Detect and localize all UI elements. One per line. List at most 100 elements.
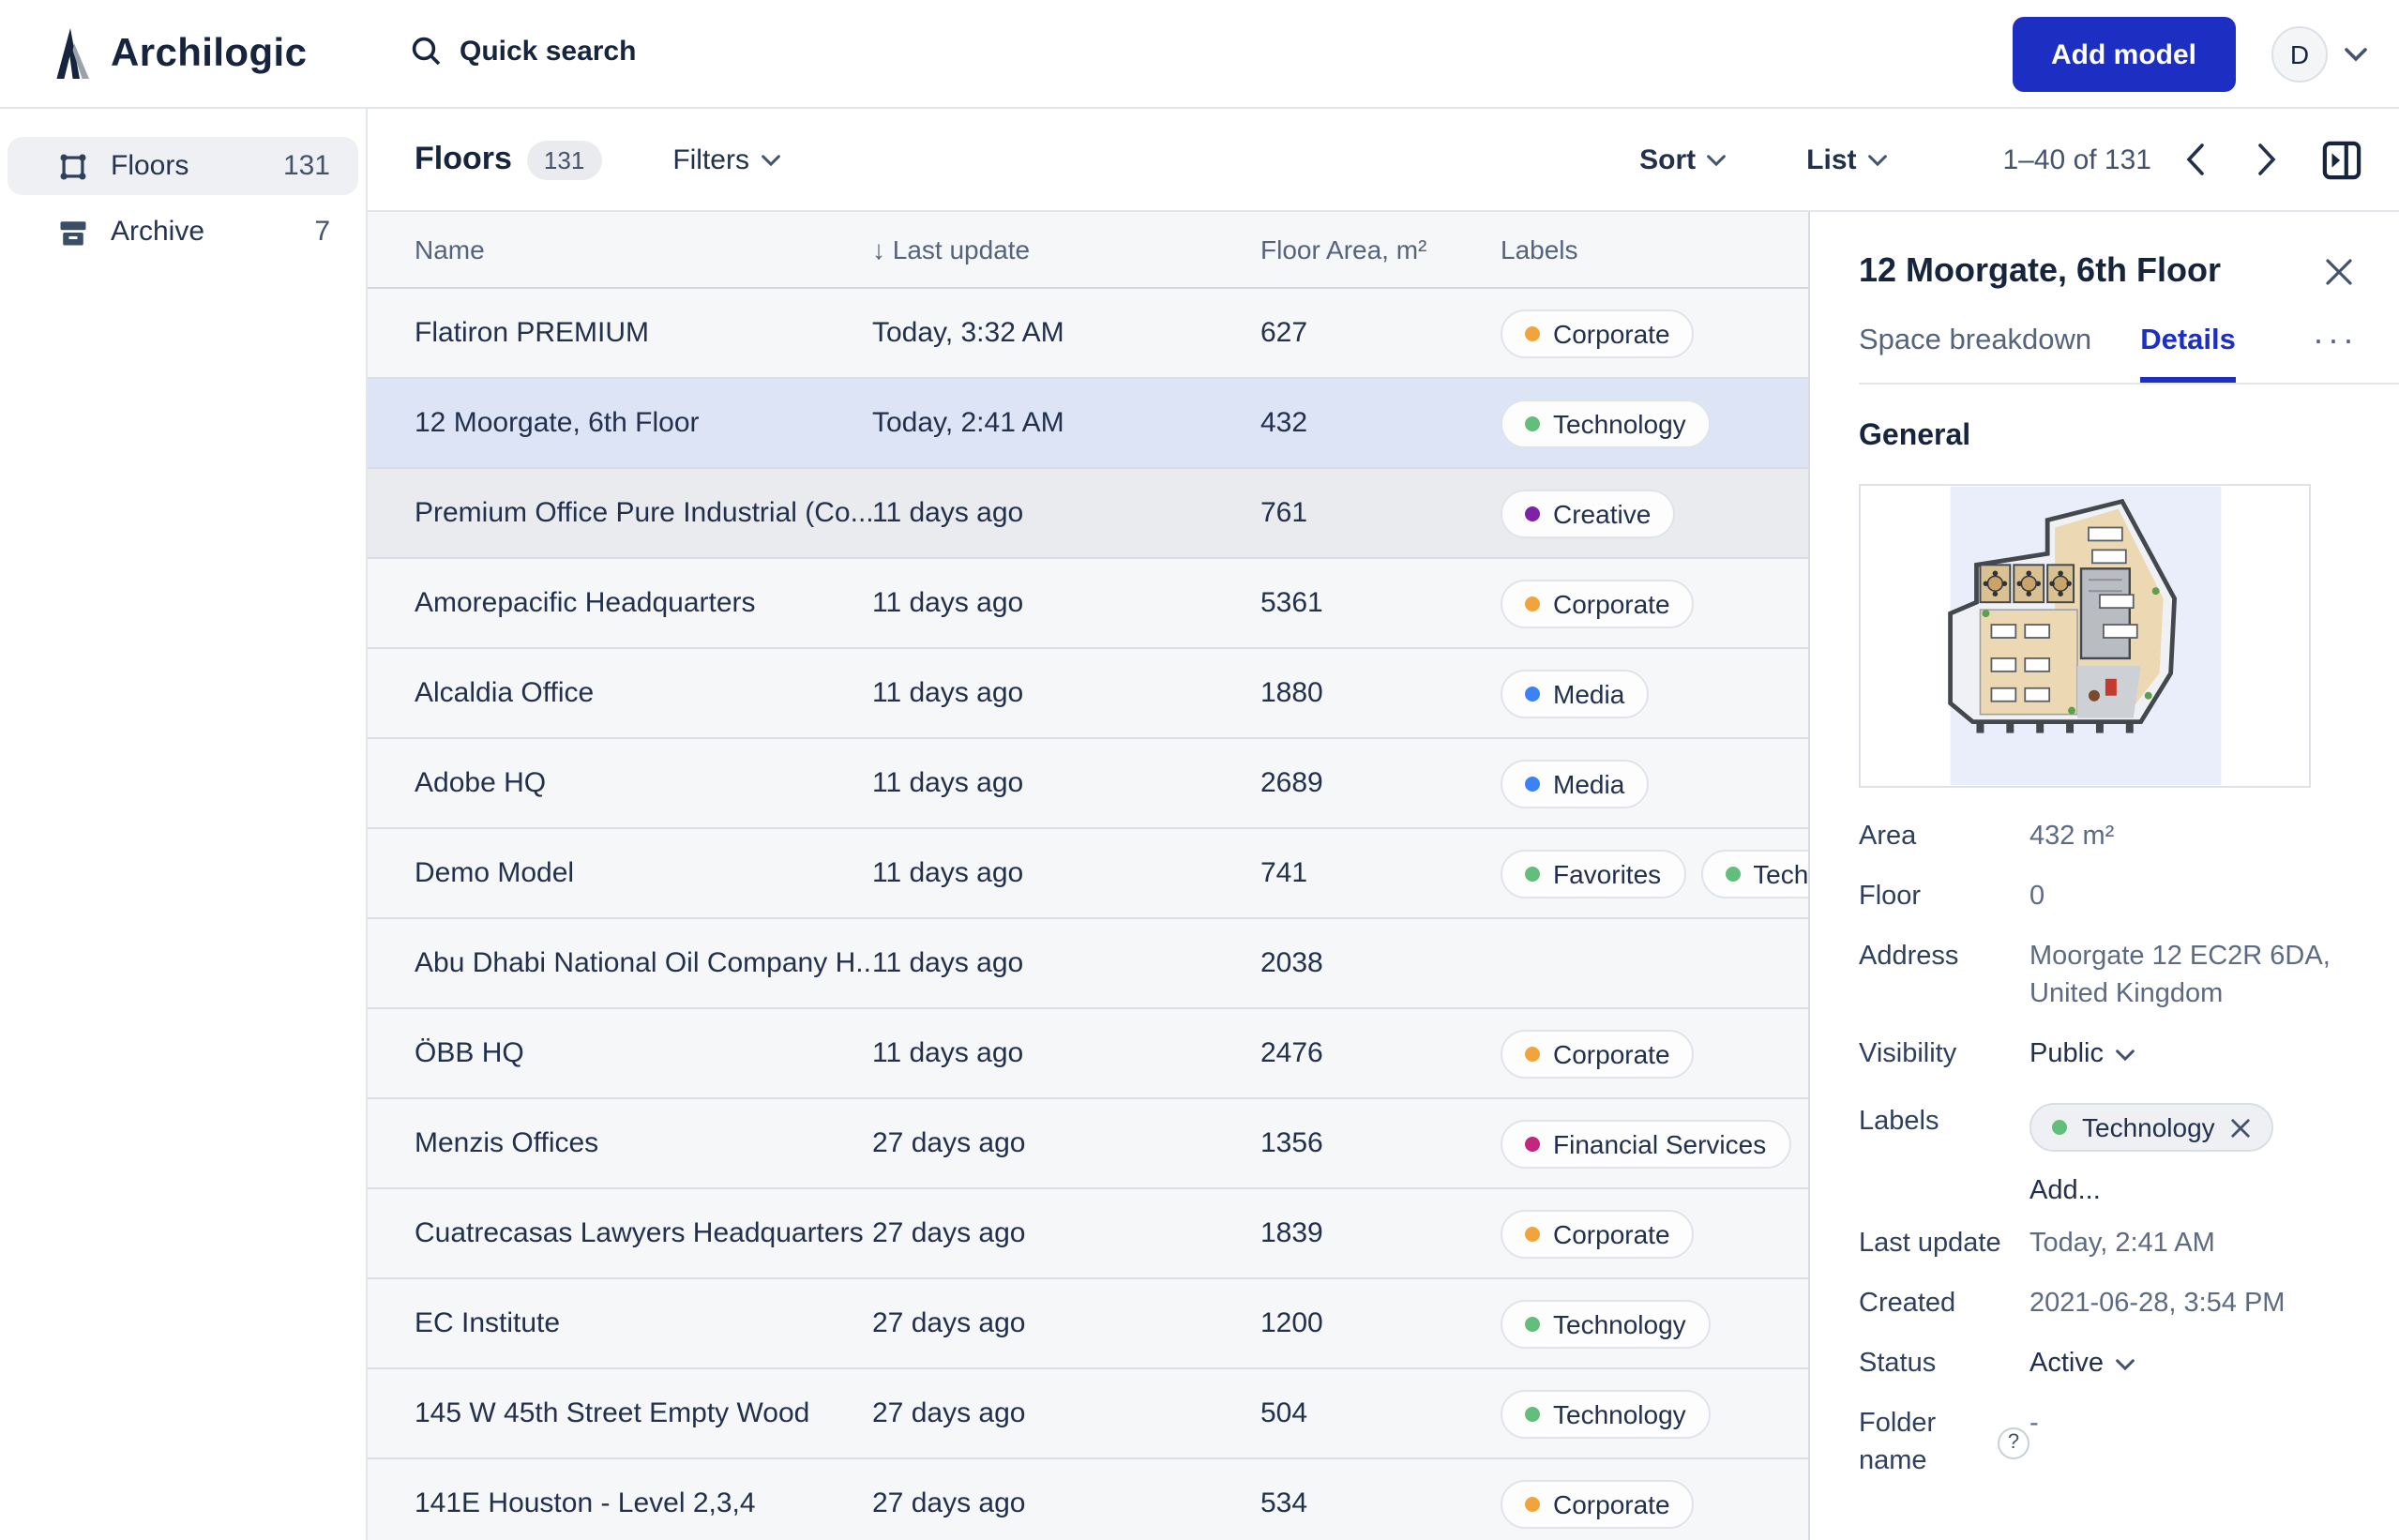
more-options-icon[interactable]: ··· bbox=[2313, 321, 2358, 383]
help-icon[interactable]: ? bbox=[1998, 1427, 2029, 1458]
label-chip: Media bbox=[1501, 669, 1649, 717]
table-row[interactable]: EC Institute 27 days ago 1200 Technology bbox=[368, 1279, 1808, 1369]
panel-tabs: Space breakdown Details ··· bbox=[1859, 321, 2399, 385]
field-last-update-value: Today, 2:41 AM bbox=[2029, 1225, 2354, 1262]
table-row[interactable]: Premium Office Pure Industrial (Co... 11… bbox=[368, 469, 1808, 559]
label-chip: Technology bbox=[1501, 1389, 1711, 1438]
table-row[interactable]: Flatiron PREMIUM Today, 3:32 AM 627 Corp… bbox=[368, 289, 1808, 379]
label-chip: Technology bbox=[1501, 1299, 1711, 1348]
remove-label-icon[interactable] bbox=[2230, 1117, 2251, 1138]
label-chip: Technology bbox=[1700, 849, 1808, 898]
sidebar-item-floors[interactable]: Floors 131 bbox=[8, 137, 358, 195]
label-dot bbox=[1525, 325, 1540, 340]
label-dot bbox=[1525, 1046, 1540, 1061]
label-dot bbox=[1525, 415, 1540, 430]
screen: Archilogic Quick search Add model D bbox=[0, 0, 2399, 1540]
field-address-label: Address bbox=[1859, 938, 2029, 975]
floors-table: Name ↓ Last update Floor Area, m² Labels… bbox=[368, 212, 1808, 1540]
section-general: General bbox=[1859, 420, 2354, 454]
label-dot bbox=[1525, 596, 1540, 611]
list-toolbar: Floors 131 Filters Sort List 1–40 of 131 bbox=[368, 109, 2399, 210]
table-row[interactable]: Adobe HQ 11 days ago 2689 Media bbox=[368, 739, 1808, 829]
floors-icon bbox=[56, 149, 90, 183]
table-row[interactable]: Alcaldia Office 11 days ago 1880 Media bbox=[368, 649, 1808, 739]
label-chip: Corporate bbox=[1501, 309, 1695, 357]
chevron-down-icon bbox=[2115, 1357, 2134, 1370]
table-row[interactable]: Demo Model 11 days ago 741 FavoritesTech… bbox=[368, 829, 1808, 919]
table-row[interactable]: 12 Moorgate, 6th Floor Today, 2:41 AM 43… bbox=[368, 379, 1808, 469]
label-dot bbox=[1525, 1226, 1540, 1241]
close-icon[interactable] bbox=[2324, 256, 2354, 286]
label-dot bbox=[1525, 1496, 1540, 1511]
avatar[interactable]: D bbox=[2271, 26, 2328, 83]
sort-dropdown[interactable]: Sort bbox=[1639, 143, 1726, 175]
field-folder-value: - bbox=[2029, 1405, 2354, 1442]
label-dot bbox=[1525, 1136, 1540, 1151]
label-chip: Corporate bbox=[1501, 1209, 1695, 1258]
filters-dropdown[interactable]: Filters bbox=[672, 143, 779, 175]
add-model-button[interactable]: Add model bbox=[2012, 17, 2236, 92]
label-chip: Corporate bbox=[1501, 579, 1695, 627]
label-dot bbox=[1725, 866, 1740, 881]
logo-icon bbox=[51, 26, 98, 81]
column-labels[interactable]: Labels bbox=[1501, 234, 1808, 264]
logo[interactable]: Archilogic bbox=[51, 26, 307, 81]
panel-title: 12 Moorgate, 6th Floor bbox=[1859, 251, 2221, 291]
view-dropdown[interactable]: List bbox=[1806, 143, 1886, 175]
table-row[interactable]: Cuatrecasas Lawyers Headquarters 27 days… bbox=[368, 1189, 1808, 1279]
sidebar-floors-label: Floors bbox=[111, 150, 189, 182]
field-last-update-label: Last update bbox=[1859, 1225, 2029, 1262]
label-chip: Media bbox=[1501, 759, 1649, 808]
label-chip-technology[interactable]: Technology bbox=[2029, 1103, 2273, 1152]
label-dot bbox=[1525, 1316, 1540, 1331]
status-dropdown[interactable]: Active bbox=[2029, 1345, 2354, 1382]
table-row[interactable]: Menzis Offices 27 days ago 1356 Financia… bbox=[368, 1099, 1808, 1189]
column-floor-area[interactable]: Floor Area, m² bbox=[1260, 234, 1501, 264]
column-last-update[interactable]: ↓ Last update bbox=[872, 234, 1260, 264]
floor-plan-thumbnail[interactable] bbox=[1859, 484, 2311, 788]
archive-icon bbox=[56, 215, 90, 249]
field-address-value: Moorgate 12 EC2R 6DA, United Kingdom bbox=[2029, 938, 2354, 1013]
detail-fields: Area 432 m² Floor 0 Address Moorgate 12 … bbox=[1859, 818, 2354, 1480]
add-label-link[interactable]: Add... bbox=[2029, 1176, 2354, 1206]
tab-space-breakdown[interactable]: Space breakdown bbox=[1859, 325, 2091, 383]
field-labels-label: Labels bbox=[1859, 1103, 2029, 1140]
field-area-label: Area bbox=[1859, 818, 2029, 855]
table-body: Flatiron PREMIUM Today, 3:32 AM 627 Corp… bbox=[368, 289, 1808, 1540]
sidebar-floors-count: 131 bbox=[283, 150, 330, 182]
prev-page-button[interactable] bbox=[2166, 131, 2223, 188]
label-dot bbox=[1525, 686, 1540, 701]
label-dot bbox=[1525, 866, 1540, 881]
user-menu[interactable]: D bbox=[2271, 26, 2367, 83]
detail-panel: 12 Moorgate, 6th Floor Space breakdown D… bbox=[1808, 212, 2399, 1540]
sidebar-item-archive[interactable]: Archive 7 bbox=[8, 203, 358, 261]
sidebar-archive-label: Archive bbox=[111, 216, 204, 248]
table-row[interactable]: ÖBB HQ 11 days ago 2476 Corporate bbox=[368, 1009, 1808, 1099]
chevron-down-icon bbox=[761, 153, 779, 166]
chevron-down-icon bbox=[2345, 47, 2367, 62]
label-dot bbox=[1525, 1406, 1540, 1421]
label-chip: Technology bbox=[1501, 399, 1711, 447]
label-dot bbox=[1525, 776, 1540, 791]
table-row[interactable]: Abu Dhabi National Oil Company H... 11 d… bbox=[368, 919, 1808, 1009]
visibility-dropdown[interactable]: Public bbox=[2029, 1035, 2354, 1073]
table-row[interactable]: 141E Houston - Level 2,3,4 27 days ago 5… bbox=[368, 1459, 1808, 1540]
sort-desc-icon: ↓ bbox=[872, 234, 885, 264]
table-header: Name ↓ Last update Floor Area, m² Labels bbox=[368, 212, 1808, 289]
next-page-button[interactable] bbox=[2238, 131, 2294, 188]
logo-text: Archilogic bbox=[111, 31, 307, 76]
label-dot bbox=[2052, 1120, 2067, 1135]
label-chip: Corporate bbox=[1501, 1479, 1695, 1528]
quick-search[interactable]: Quick search bbox=[409, 34, 636, 68]
tab-details[interactable]: Details bbox=[2140, 325, 2236, 383]
field-created-label: Created bbox=[1859, 1285, 2029, 1322]
column-name[interactable]: Name bbox=[415, 234, 872, 264]
toggle-panel-icon[interactable] bbox=[2313, 131, 2369, 188]
label-chip: Favorites bbox=[1501, 849, 1685, 898]
table-row[interactable]: 145 W 45th Street Empty Wood 27 days ago… bbox=[368, 1369, 1808, 1459]
sidebar: Floors 131 Archive 7 bbox=[0, 109, 368, 1540]
top-bar: Archilogic Quick search Add model D bbox=[0, 0, 2399, 109]
label-chip: Corporate bbox=[1501, 1029, 1695, 1078]
field-folder-label: Folder name ? bbox=[1859, 1405, 2029, 1480]
table-row[interactable]: Amorepacific Headquarters 11 days ago 53… bbox=[368, 559, 1808, 649]
